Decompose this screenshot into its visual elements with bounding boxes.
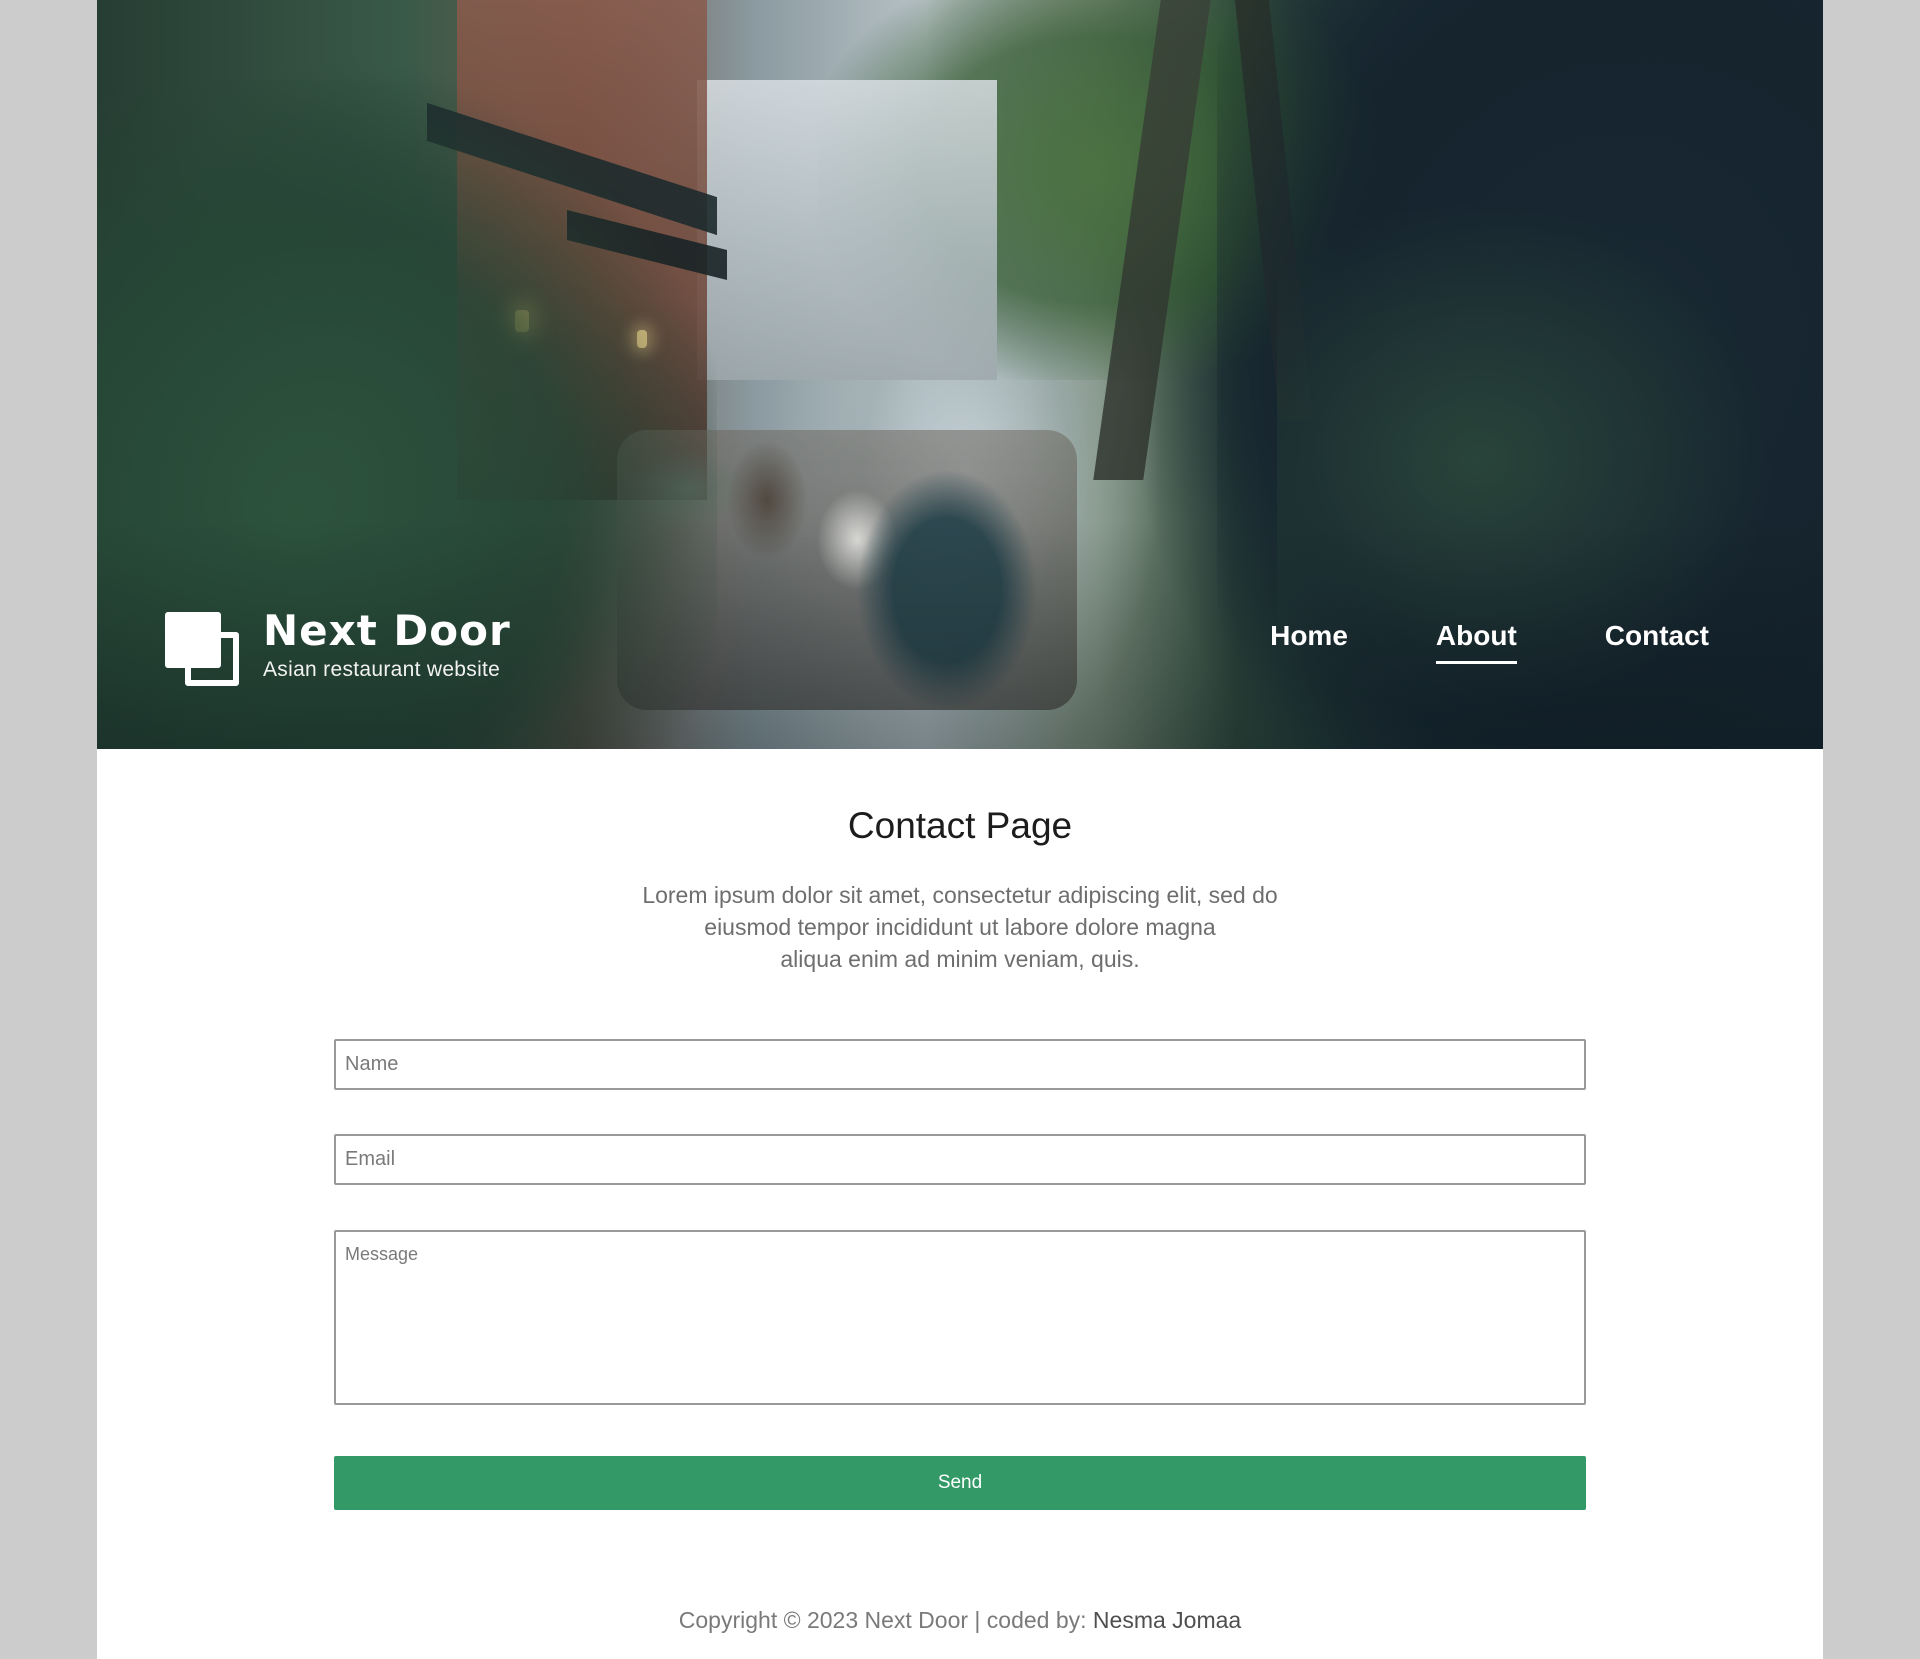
author-link[interactable]: Nesma Jomaa — [1093, 1607, 1241, 1633]
nav-item-about[interactable]: About — [1435, 620, 1517, 664]
brand-subtitle: Asian restaurant website — [263, 658, 501, 681]
page-title: Contact Page — [847, 805, 1073, 846]
intro-line: Lorem ipsum dolor sit amet, consectetur … — [642, 882, 1278, 908]
main-content: Contact Page Lorem ipsum dolor sit amet,… — [97, 749, 1823, 1633]
nav-item-contact[interactable]: Contact — [1605, 620, 1709, 664]
page-container: Next Door Asian restaurant website Home … — [97, 0, 1823, 1659]
overlapping-squares-icon — [165, 606, 241, 688]
message-textarea[interactable] — [334, 1230, 1586, 1405]
main-nav: Home About Contact — [1182, 620, 1709, 664]
logo-front-square — [165, 612, 221, 668]
footer: Copyright © 2023 Next Door | coded by: N… — [97, 1607, 1823, 1634]
intro-line: aliqua enim ad minim veniam, quis. — [780, 946, 1140, 972]
copyright-text: Copyright © 2023 Next Door | coded by: — [678, 1607, 1087, 1633]
nav-item-home[interactable]: Home — [1270, 620, 1348, 664]
intro-line: eiusmod tempor incididunt ut labore dolo… — [704, 914, 1216, 940]
name-input[interactable] — [334, 1039, 1586, 1090]
brand[interactable]: Next Door Asian restaurant website — [165, 606, 511, 688]
send-button[interactable]: Send — [334, 1456, 1586, 1510]
brand-title: Next Door — [263, 606, 511, 655]
intro-text: Lorem ipsum dolor sit amet, consectetur … — [610, 879, 1310, 975]
hero-photo-buildings — [697, 80, 997, 380]
email-input[interactable] — [334, 1134, 1586, 1185]
hero-header: Next Door Asian restaurant website Home … — [97, 0, 1823, 749]
brand-text: Next Door Asian restaurant website — [263, 606, 511, 682]
contact-form: Send — [334, 1039, 1586, 1510]
